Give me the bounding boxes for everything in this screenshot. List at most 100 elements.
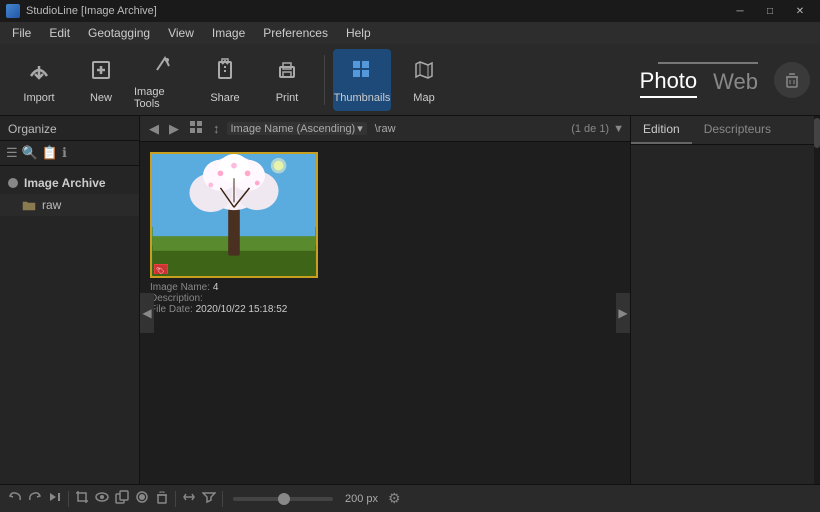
organize-info-icon[interactable]: ℹ [62,145,67,161]
filter-button[interactable] [202,490,216,507]
scroll-left-arrow[interactable]: ◀ [140,293,154,333]
edition-tab[interactable]: Edition [631,116,692,144]
title-bar-left: StudioLine [Image Archive] [6,4,157,18]
thumbnail-info: Image Name: 4 Description: File Date: 20… [150,278,318,315]
sort-dir-button[interactable]: ↕ [210,121,223,136]
menu-preferences[interactable]: Preferences [255,24,336,42]
center-panel: ◀ ▶ ↕ Image Name (Ascending) ▾ \raw (1 d… [140,116,630,484]
undo-button[interactable] [8,490,22,507]
file-tree: Image Archive raw [0,166,139,222]
thumbnails-label: Thumbnails [334,92,391,104]
menu-file[interactable]: File [4,24,39,42]
close-button[interactable]: ✕ [786,3,814,19]
image-tools-button[interactable]: Image Tools [134,49,192,111]
sort-label-text: Image Name (Ascending) [231,123,356,135]
share-label: Share [210,92,239,104]
tag-icon: 🏷 [154,264,168,274]
archive-dot-icon [8,178,18,188]
organize-tools: ☰ 🔍 📋 ℹ [0,141,139,166]
tree-root[interactable]: Image Archive [0,172,139,194]
nav-forward-button[interactable]: ▶ [166,121,182,137]
menu-view[interactable]: View [160,24,202,42]
app-icon [6,4,20,18]
new-icon [87,56,115,88]
count-text: (1 de 1) [571,123,609,135]
menu-geotagging[interactable]: Geotagging [80,24,158,42]
thumbnail-container: 🏷 [150,152,318,278]
file-date-value: 2020/10/22 15:18:52 [196,304,288,315]
view-mode-button[interactable] [186,120,206,137]
bottom-sep-3 [222,491,223,507]
thumbnail-image [152,154,316,276]
descripteurs-tab[interactable]: Descripteurs [692,116,783,144]
title-text: StudioLine [Image Archive] [26,5,157,17]
import-button[interactable]: Import [10,49,68,111]
right-panel: Edition Descripteurs [630,116,820,484]
crop-button[interactable] [75,490,89,507]
filter-bar: ◀ ▶ ↕ Image Name (Ascending) ▾ \raw (1 d… [140,116,630,142]
menu-edit[interactable]: Edit [41,24,78,42]
trash-button[interactable] [774,62,810,98]
zoom-value: 200 px [345,493,378,505]
print-icon [273,56,301,88]
eye-button[interactable] [95,490,109,507]
image-tools-label: Image Tools [134,86,192,110]
archive-root-label: Image Archive [24,176,106,190]
menu-bar: File Edit Geotagging View Image Preferen… [0,22,820,44]
file-date-row: File Date: 2020/10/22 15:18:52 [150,304,318,315]
main-area: Organize ☰ 🔍 📋 ℹ Image Archive raw ◀ [0,116,820,484]
scroll-right-arrow[interactable]: ▶ [616,293,630,333]
import-label: Import [23,92,54,104]
right-panel-content [631,145,820,484]
svg-text:🏷: 🏷 [156,267,165,274]
new-label: New [90,92,112,104]
organize-list-icon[interactable]: 📋 [42,145,58,161]
new-button[interactable]: New [72,49,130,111]
record-button[interactable] [135,490,149,507]
delete-button[interactable] [155,490,169,507]
organize-menu-icon[interactable]: ☰ [6,145,18,161]
minimize-button[interactable]: ─ [726,3,754,19]
share-button[interactable]: Share [196,49,254,111]
right-scrollbar-thumb[interactable] [814,118,820,148]
sort-label[interactable]: Image Name (Ascending) ▾ [227,122,367,135]
image-name-value: 4 [213,282,219,293]
maximize-button[interactable]: □ [756,3,784,19]
redo-button[interactable] [28,490,42,507]
zoom-slider-thumb[interactable] [278,493,290,505]
gear-button[interactable]: ⚙ [388,490,401,507]
description-row: Description: [150,293,318,304]
map-icon [410,56,438,88]
share-icon [211,56,239,88]
title-bar: StudioLine [Image Archive] ─ □ ✕ [0,0,820,22]
bottom-sep-1 [68,491,69,507]
sidebar: Organize ☰ 🔍 📋 ℹ Image Archive raw [0,116,140,484]
web-view-tab[interactable]: Web [713,69,758,97]
map-button[interactable]: Map [395,49,453,111]
organize-header: Organize [0,116,139,141]
zoom-slider[interactable] [233,497,333,501]
toolbar-separator [324,55,325,105]
bottom-bar: 200 px ⚙ [0,484,820,512]
organize-search-icon[interactable]: 🔍 [22,145,38,161]
copy-button[interactable] [115,490,129,507]
image-tools-icon [149,50,177,82]
window-controls: ─ □ ✕ [726,3,814,19]
nav-back-button[interactable]: ◀ [146,121,162,137]
expand-button[interactable] [182,490,196,507]
menu-help[interactable]: Help [338,24,379,42]
raw-folder-label: raw [42,198,61,212]
thumbnail-area[interactable]: ◀ [140,142,630,484]
toolbar: Import New Image Tools [0,44,820,116]
tree-raw-folder[interactable]: raw [0,194,139,216]
thumbnail-item[interactable]: 🏷 Image Name: 4 Description: File Date: … [150,152,318,315]
thumbnails-button[interactable]: Thumbnails [333,49,391,111]
photo-view-tab[interactable]: Photo [640,68,698,98]
skip-end-button[interactable] [48,490,62,507]
menu-image[interactable]: Image [204,24,253,42]
organize-title: Organize [8,122,57,136]
count-dropdown-icon[interactable]: ▼ [613,123,624,135]
path-label: \raw [375,123,396,135]
print-button[interactable]: Print [258,49,316,111]
bottom-sep-2 [175,491,176,507]
